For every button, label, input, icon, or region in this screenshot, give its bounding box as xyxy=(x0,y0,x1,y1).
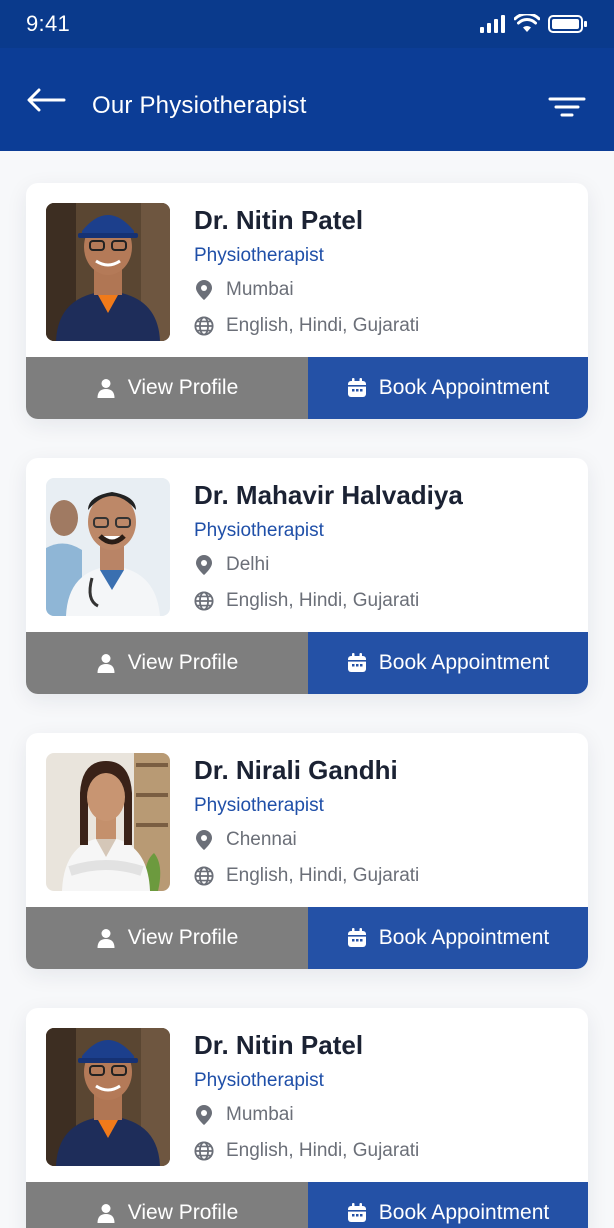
book-appointment-label: Book Appointment xyxy=(378,376,550,399)
arrow-left-icon xyxy=(27,88,66,112)
book-appointment-label: Book Appointment xyxy=(378,651,550,674)
status-time: 9:41 xyxy=(26,11,71,36)
doctor-languages: English, Hindi, Gujarati xyxy=(226,865,420,886)
location-pin-icon xyxy=(194,555,214,575)
user-icon xyxy=(96,653,116,673)
doctor-list: Dr. Nitin Patel Physiotherapist Mumbai E… xyxy=(0,151,614,1228)
languages-row: English, Hindi, Gujarati xyxy=(194,590,419,612)
user-icon xyxy=(96,1203,116,1223)
card-actions: View Profile Book Appointment xyxy=(26,357,588,419)
status-icons xyxy=(480,14,588,34)
doctor-languages: English, Hindi, Gujarati xyxy=(226,590,420,611)
book-appointment-button[interactable]: Book Appointment xyxy=(308,907,588,969)
doctor-card: Dr. Nirali Gandhi Physiotherapist Chenna… xyxy=(26,733,588,969)
user-icon xyxy=(96,928,116,948)
doctor-card: Dr. Nitin Patel Physiotherapist Mumbai E… xyxy=(26,183,588,419)
doctor-photo xyxy=(46,203,170,341)
user-icon xyxy=(96,378,116,398)
doctor-card: Dr. Mahavir Halvadiya Physiotherapist De… xyxy=(26,458,588,694)
languages-row: English, Hindi, Gujarati xyxy=(194,1140,419,1162)
globe-icon xyxy=(194,1141,214,1161)
card-actions: View Profile Book Appointment xyxy=(26,1182,588,1228)
location-row: Mumbai xyxy=(194,1104,294,1126)
view-profile-button[interactable]: View Profile xyxy=(26,1182,308,1228)
book-appointment-button[interactable]: Book Appointment xyxy=(308,1182,588,1228)
book-appointment-button[interactable]: Book Appointment xyxy=(308,632,588,694)
doctor-photo xyxy=(46,1028,170,1166)
calendar-icon xyxy=(347,378,367,398)
book-appointment-label: Book Appointment xyxy=(378,1201,550,1224)
page-title: Our Physiotherapist xyxy=(92,92,307,119)
book-appointment-label: Book Appointment xyxy=(378,926,550,949)
globe-icon xyxy=(194,591,214,611)
doctor-photo xyxy=(46,753,170,891)
app-header: Our Physiotherapist xyxy=(0,48,614,151)
view-profile-button[interactable]: View Profile xyxy=(26,907,308,969)
wifi-icon xyxy=(514,14,540,32)
doctor-card: Dr. Nitin Patel Physiotherapist Mumbai E… xyxy=(26,1008,588,1228)
doctor-role: Physiotherapist xyxy=(194,245,324,266)
doctor-role: Physiotherapist xyxy=(194,795,324,816)
doctor-role: Physiotherapist xyxy=(194,1070,324,1091)
languages-row: English, Hindi, Gujarati xyxy=(194,315,419,337)
location-pin-icon xyxy=(194,830,214,850)
status-bar: 9:41 xyxy=(0,0,614,48)
doctor-name: Dr. Nitin Patel xyxy=(194,205,364,235)
location-pin-icon xyxy=(194,280,214,300)
back-button[interactable] xyxy=(26,88,66,112)
doctor-role: Physiotherapist xyxy=(194,520,324,541)
view-profile-label: View Profile xyxy=(127,926,239,949)
location-row: Delhi xyxy=(194,554,269,576)
signal-icon xyxy=(480,15,505,33)
location-pin-icon xyxy=(194,1105,214,1125)
filter-icon xyxy=(548,97,586,117)
view-profile-label: View Profile xyxy=(127,651,239,674)
globe-icon xyxy=(194,316,214,336)
calendar-icon xyxy=(347,653,367,673)
location-row: Chennai xyxy=(194,829,297,851)
doctor-city: Chennai xyxy=(226,829,297,850)
doctor-city: Mumbai xyxy=(226,279,294,300)
filter-button[interactable] xyxy=(548,96,586,118)
calendar-icon xyxy=(347,1203,367,1223)
card-actions: View Profile Book Appointment xyxy=(26,632,588,694)
doctor-city: Mumbai xyxy=(226,1104,294,1125)
doctor-name: Dr. Nirali Gandhi xyxy=(194,755,398,785)
view-profile-label: View Profile xyxy=(127,376,239,399)
book-appointment-button[interactable]: Book Appointment xyxy=(308,357,588,419)
globe-icon xyxy=(194,866,214,886)
doctor-photo xyxy=(46,478,170,616)
doctor-name: Dr. Nitin Patel xyxy=(194,1030,364,1060)
battery-icon xyxy=(548,15,587,33)
calendar-icon xyxy=(347,928,367,948)
doctor-city: Delhi xyxy=(226,554,270,575)
view-profile-button[interactable]: View Profile xyxy=(26,632,308,694)
view-profile-label: View Profile xyxy=(127,1201,239,1224)
doctor-name: Dr. Mahavir Halvadiya xyxy=(194,480,463,510)
card-actions: View Profile Book Appointment xyxy=(26,907,588,969)
doctor-languages: English, Hindi, Gujarati xyxy=(226,1140,420,1161)
view-profile-button[interactable]: View Profile xyxy=(26,357,308,419)
languages-row: English, Hindi, Gujarati xyxy=(194,865,419,887)
location-row: Mumbai xyxy=(194,279,294,301)
doctor-languages: English, Hindi, Gujarati xyxy=(226,315,420,336)
